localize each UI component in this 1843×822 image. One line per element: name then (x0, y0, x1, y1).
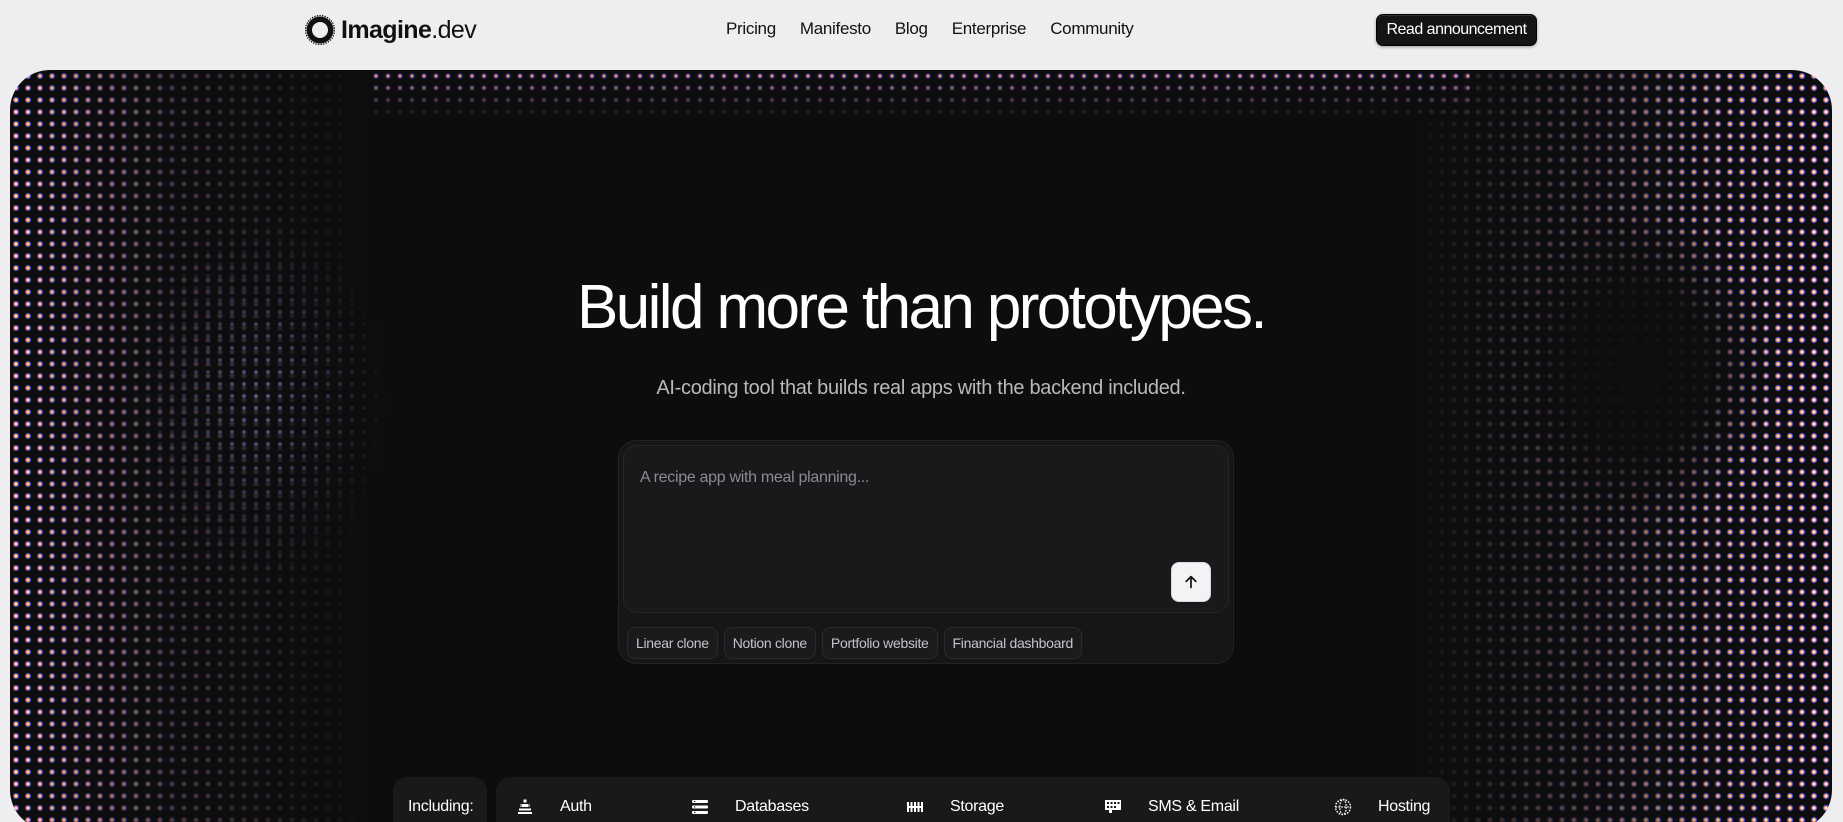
feature-databases-label: Databases (735, 798, 809, 815)
feature-hosting-label: Hosting (1378, 798, 1431, 815)
hero-subtitle: AI-coding tool that builds real apps wit… (656, 377, 1186, 399)
hero-panel: Build more than prototypes. AI-coding to… (10, 70, 1832, 822)
feature-storage: Storage (906, 795, 1004, 819)
hero-title: Build more than prototypes. (577, 273, 1268, 342)
feature-hosting: Hosting (1334, 795, 1430, 819)
prompt-input[interactable] (640, 466, 1180, 490)
feature-storage-label: Storage (950, 798, 1004, 815)
primary-nav: Pricing Manifesto Blog Enterprise Commun… (726, 19, 1157, 39)
brand-name: Imagine (341, 15, 432, 44)
brand-wordmark: Imagine.dev (341, 15, 477, 45)
globe-icon (1334, 798, 1352, 816)
including-label-box: Including: (393, 777, 487, 822)
halftone-right (1412, 70, 1832, 822)
message-icon (1105, 800, 1121, 813)
storage-icon (907, 802, 923, 812)
suggestion-chip-financial-dashboard[interactable]: Financial dashboard (943, 627, 1082, 659)
including-label: Including: (408, 798, 474, 815)
nav-link-enterprise[interactable]: Enterprise (952, 19, 1027, 39)
features-bar: Auth Databases Storage SMS & Email Hosti… (496, 777, 1450, 822)
suggestion-chip-notion-clone[interactable]: Notion clone (723, 627, 816, 659)
halftone-right-shadow (1512, 210, 1772, 530)
top-nav: Imagine.dev Pricing Manifesto Blog Enter… (0, 0, 1843, 60)
read-announcement-button[interactable]: Read announcement (1376, 14, 1537, 46)
sunburst-logo-icon (305, 15, 335, 45)
halftone-left-inner (130, 210, 390, 590)
feature-sms-email-label: SMS & Email (1148, 798, 1239, 815)
halftone-left (10, 70, 370, 822)
arrow-up-icon (1185, 575, 1197, 589)
feature-databases: Databases (691, 795, 809, 819)
person-icon (518, 799, 532, 814)
suggestion-chips: Linear clone Notion clone Portfolio webs… (627, 627, 1082, 659)
brand-suffix: .dev (431, 15, 477, 44)
suggestion-chip-linear-clone[interactable]: Linear clone (627, 627, 718, 659)
prompt-box[interactable] (623, 445, 1229, 613)
feature-auth: Auth (516, 795, 592, 819)
database-icon (692, 800, 708, 814)
feature-auth-label: Auth (560, 798, 592, 815)
nav-link-community[interactable]: Community (1050, 19, 1134, 39)
feature-sms-email: SMS & Email (1104, 795, 1239, 819)
prompt-card: Linear clone Notion clone Portfolio webs… (618, 440, 1234, 664)
nav-link-manifesto[interactable]: Manifesto (800, 19, 871, 39)
halftone-top (370, 70, 1470, 120)
send-button[interactable] (1171, 562, 1211, 602)
suggestion-chip-portfolio-website[interactable]: Portfolio website (821, 627, 938, 659)
brand-logo[interactable]: Imagine.dev (305, 14, 477, 46)
nav-link-pricing[interactable]: Pricing (726, 19, 776, 39)
nav-link-blog[interactable]: Blog (895, 19, 928, 39)
